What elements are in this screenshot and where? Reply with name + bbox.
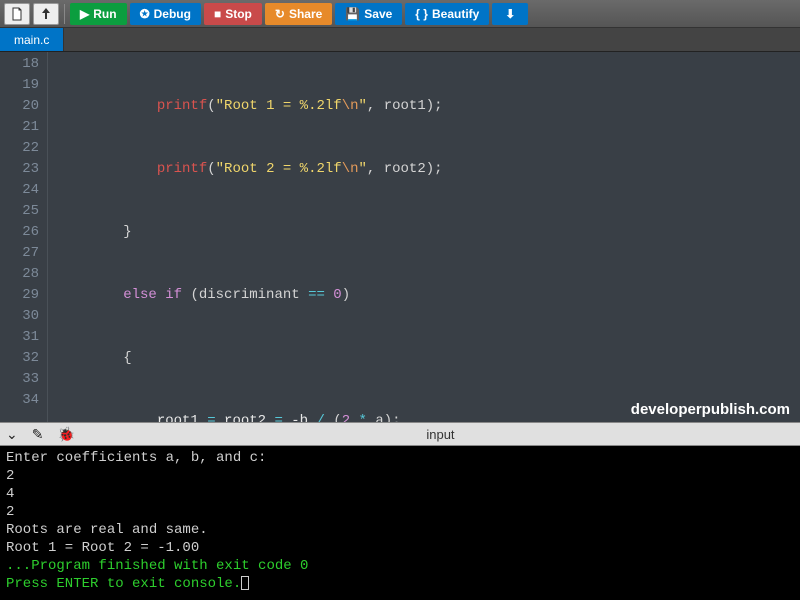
- share-button[interactable]: ↻ Share: [265, 3, 332, 25]
- chevron-down-icon[interactable]: ⌄: [6, 426, 18, 443]
- beautify-icon: { }: [415, 7, 428, 21]
- line-number: 22: [0, 138, 39, 159]
- toolbar-separator: [64, 4, 65, 24]
- new-file-icon[interactable]: [4, 3, 30, 25]
- share-label: Share: [289, 7, 322, 21]
- save-label: Save: [364, 7, 392, 21]
- line-number: 32: [0, 348, 39, 369]
- console-line: Enter coefficients a, b, and c:: [6, 449, 794, 467]
- line-number: 21: [0, 117, 39, 138]
- code-line: else if (discriminant == 0): [56, 285, 669, 306]
- share-icon: ↻: [275, 7, 285, 21]
- code-line: printf("Root 1 = %.2lf\n", root1);: [56, 96, 669, 117]
- stop-icon: ■: [214, 7, 221, 21]
- code-line: root1 = root2 = -b / (2 * a);: [56, 411, 669, 422]
- beautify-label: Beautify: [432, 7, 479, 21]
- tab-main-c[interactable]: main.c: [0, 28, 64, 51]
- console-output[interactable]: Enter coefficients a, b, and c: 2 4 2 Ro…: [0, 446, 800, 600]
- debug-label: Debug: [154, 7, 191, 21]
- line-number: 30: [0, 306, 39, 327]
- line-number: 34: [0, 390, 39, 411]
- console-exit-line: ...Program finished with exit code 0: [6, 557, 794, 575]
- debug-icon: ✪: [140, 7, 150, 21]
- line-number: 26: [0, 222, 39, 243]
- code-editor[interactable]: 18 19 20 21 22 23 24 25 26 27 28 29 30 3…: [0, 52, 800, 422]
- code-line: printf("Root 2 = %.2lf\n", root2);: [56, 159, 669, 180]
- divider-icons: ⌄ ✎ 🐞: [0, 426, 81, 443]
- line-number: 33: [0, 369, 39, 390]
- toolbar: ▶ Run ✪ Debug ■ Stop ↻ Share 💾 Save { } …: [0, 0, 800, 28]
- beautify-button[interactable]: { } Beautify: [405, 3, 489, 25]
- debug-button[interactable]: ✪ Debug: [130, 3, 201, 25]
- download-icon: ⬇: [505, 7, 515, 21]
- console-line: Roots are real and same.: [6, 521, 794, 539]
- line-number: 28: [0, 264, 39, 285]
- line-number: 24: [0, 180, 39, 201]
- line-number: 23: [0, 159, 39, 180]
- stop-label: Stop: [225, 7, 252, 21]
- tab-label: main.c: [14, 33, 49, 47]
- console-line: 2: [6, 503, 794, 521]
- run-label: Run: [93, 7, 116, 21]
- editor-console-divider[interactable]: ⌄ ✎ 🐞 input: [0, 422, 800, 446]
- line-number: 19: [0, 75, 39, 96]
- console-line: 4: [6, 485, 794, 503]
- cursor-icon: [241, 576, 249, 590]
- line-number: 20: [0, 96, 39, 117]
- line-number: 27: [0, 243, 39, 264]
- code-area[interactable]: printf("Root 1 = %.2lf\n", root1); print…: [48, 52, 669, 422]
- run-button[interactable]: ▶ Run: [70, 3, 127, 25]
- line-number: 18: [0, 54, 39, 75]
- input-section-label: input: [81, 427, 800, 442]
- code-line: {: [56, 348, 669, 369]
- save-button[interactable]: 💾 Save: [335, 3, 402, 25]
- wand-icon[interactable]: ✎: [32, 426, 44, 443]
- line-number: 31: [0, 327, 39, 348]
- console-line: Root 1 = Root 2 = -1.00: [6, 539, 794, 557]
- play-icon: ▶: [80, 7, 89, 21]
- tab-bar: main.c: [0, 28, 800, 52]
- console-line: 2: [6, 467, 794, 485]
- line-number: 25: [0, 201, 39, 222]
- console-exit-line: Press ENTER to exit console.: [6, 575, 794, 593]
- save-icon: 💾: [345, 7, 360, 21]
- stop-button[interactable]: ■ Stop: [204, 3, 262, 25]
- bug-icon[interactable]: 🐞: [57, 426, 74, 443]
- code-line: }: [56, 222, 669, 243]
- line-number: 29: [0, 285, 39, 306]
- line-gutter: 18 19 20 21 22 23 24 25 26 27 28 29 30 3…: [0, 52, 48, 422]
- download-button[interactable]: ⬇: [492, 3, 528, 25]
- open-file-icon[interactable]: [33, 3, 59, 25]
